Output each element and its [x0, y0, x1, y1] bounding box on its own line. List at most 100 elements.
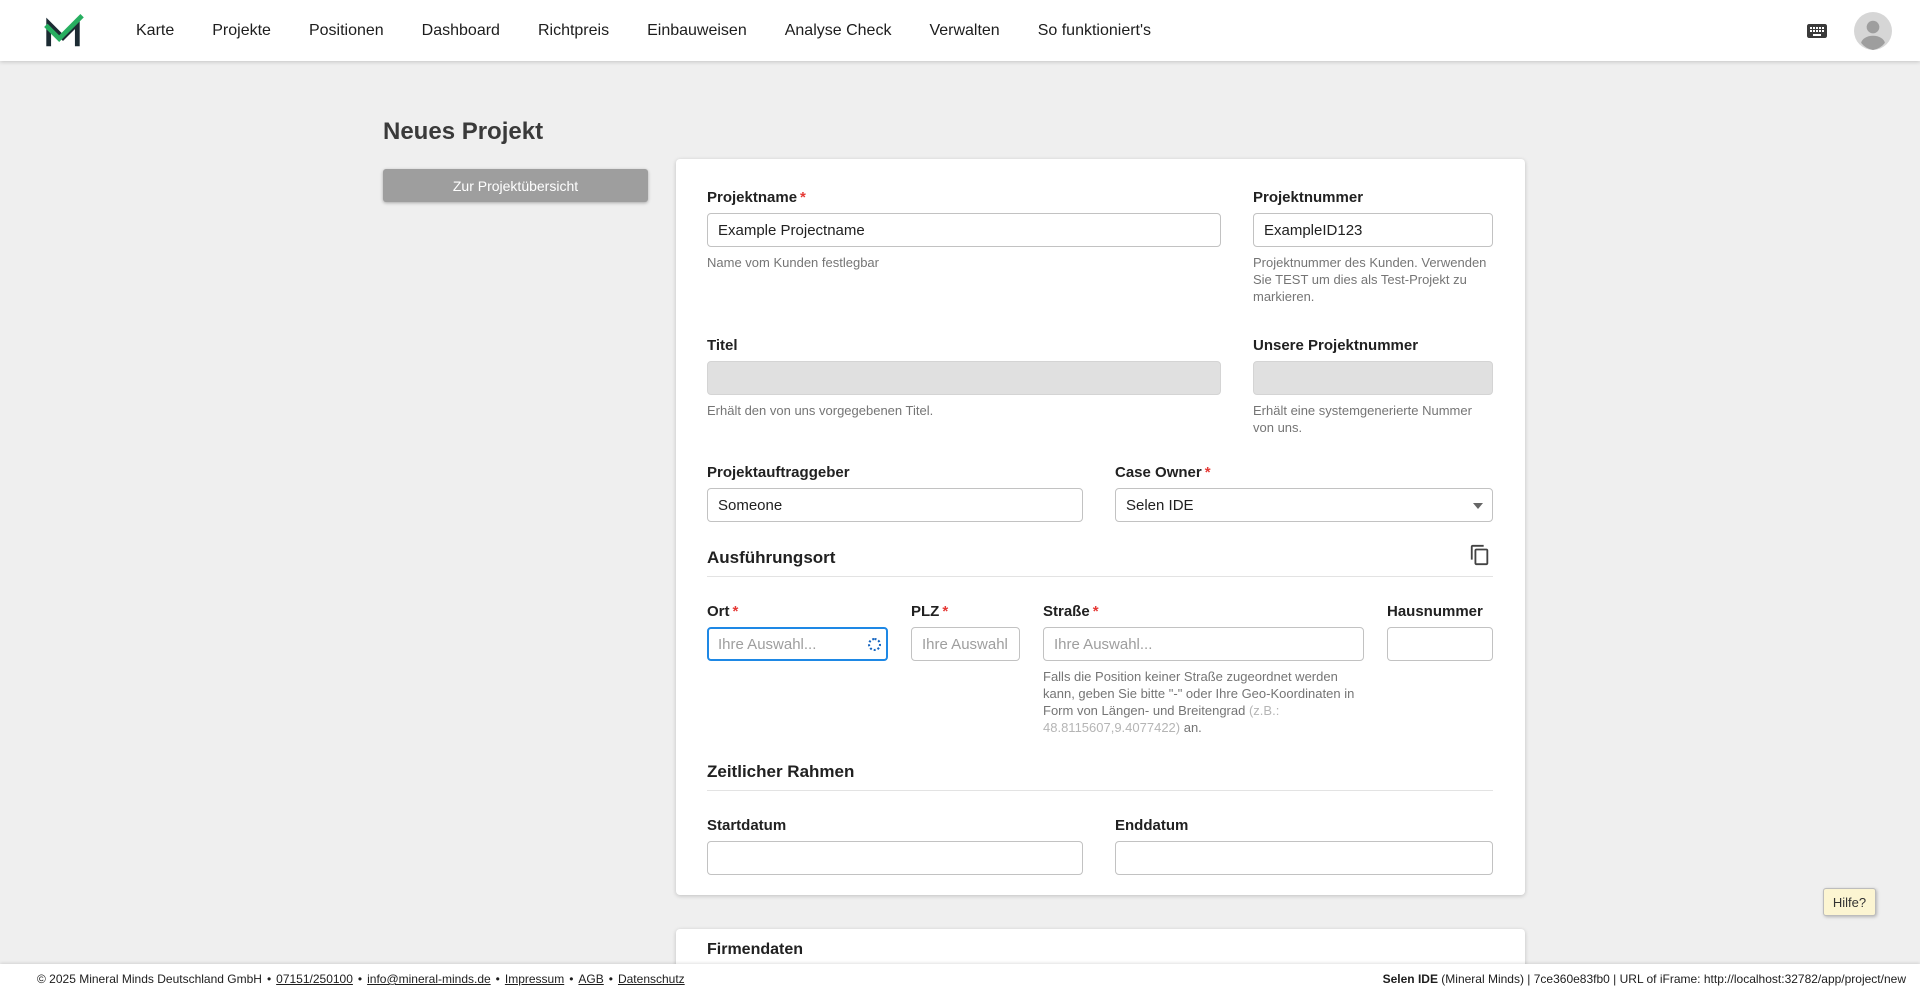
case-owner-label-text: Case Owner	[1115, 464, 1202, 481]
field-enddatum: Enddatum	[1115, 817, 1493, 875]
separator-dot: •	[357, 972, 363, 986]
project-form-card: Projektname* Name vom Kunden festlegbar …	[676, 159, 1525, 895]
titel-label: Titel	[707, 337, 738, 354]
required-marker: *	[800, 189, 806, 206]
field-unsere-projektnummer: Unsere Projektnummer Erhält eine systemg…	[1253, 337, 1493, 436]
chevron-down-icon	[1473, 503, 1483, 509]
field-projektnummer: Projektnummer Projektnummer des Kunden. …	[1253, 189, 1493, 305]
required-marker: *	[1092, 603, 1099, 620]
strasse-helper-main: Falls die Position keiner Straße zugeord…	[1043, 669, 1355, 718]
nav-item-positionen[interactable]: Positionen	[309, 22, 384, 40]
required-marker: *	[942, 603, 949, 620]
plz-label-text: PLZ	[911, 603, 940, 620]
nav-item-analyse-check[interactable]: Analyse Check	[785, 22, 892, 40]
impressum-link[interactable]: Impressum	[505, 972, 564, 986]
required-marker: *	[732, 603, 739, 620]
projektname-label-text: Projektname	[707, 189, 798, 206]
keyboard-icon[interactable]	[1802, 19, 1832, 43]
section-ausfuehrungsort: Ausführungsort	[707, 544, 1493, 577]
unsere-projektnummer-helper: Erhält eine systemgenerierte Nummer von …	[1253, 403, 1472, 435]
field-projektname: Projektname* Name vom Kunden festlegbar	[707, 189, 1221, 305]
titel-input	[707, 361, 1221, 395]
unsere-projektnummer-input	[1253, 361, 1493, 395]
unsere-projektnummer-label: Unsere Projektnummer	[1253, 337, 1419, 354]
projektname-helper: Name vom Kunden festlegbar	[707, 255, 879, 270]
strasse-input[interactable]	[1043, 627, 1364, 661]
enddatum-label: Enddatum	[1115, 817, 1189, 834]
field-hausnummer: Hausnummer	[1387, 603, 1493, 736]
session-info: Selen IDE (Mineral Minds) | 7ce360e83fb0…	[1383, 972, 1906, 986]
nav-item-dashboard[interactable]: Dashboard	[422, 22, 500, 40]
ort-label: Ort *	[707, 603, 888, 620]
plz-label: PLZ *	[911, 603, 1020, 620]
separator-dot: •	[495, 972, 500, 986]
nav-item-karte[interactable]: Karte	[136, 22, 174, 40]
copyright-text: © 2025 Mineral Minds Deutschland GmbH	[37, 972, 262, 986]
case-owner-label: Case Owner *	[1115, 464, 1493, 481]
ausfuehrungsort-heading-text: Ausführungsort	[707, 548, 836, 567]
required-marker: *	[1204, 464, 1211, 481]
strasse-helper-suffix: an.	[1180, 720, 1202, 735]
mineral-minds-logo-icon[interactable]	[42, 10, 84, 52]
zeitlicher-rahmen-heading-text: Zeitlicher Rahmen	[707, 762, 855, 781]
field-case-owner: Case Owner * Selen IDE	[1115, 464, 1493, 522]
projektnummer-helper: Projektnummer des Kunden. Verwenden Sie …	[1253, 255, 1487, 304]
enddatum-input[interactable]	[1115, 841, 1493, 875]
startdatum-label: Startdatum	[707, 817, 787, 834]
ort-label-text: Ort	[707, 603, 730, 620]
nav-item-projekte[interactable]: Projekte	[212, 22, 271, 40]
field-plz: PLZ *	[911, 603, 1020, 736]
separator-dot: •	[608, 972, 613, 986]
field-startdatum: Startdatum	[707, 817, 1083, 875]
session-details: (Mineral Minds) | 7ce360e83fb0 | URL of …	[1437, 972, 1906, 986]
field-ort: Ort *	[707, 603, 888, 736]
main-content: Neues Projekt Zur Projektübersicht Proje…	[0, 61, 1920, 977]
titel-helper: Erhält den von uns vorgegebenen Titel.	[707, 403, 934, 418]
loading-spinner-icon	[868, 638, 881, 651]
hausnummer-label: Hausnummer	[1387, 603, 1483, 620]
section-zeitlicher-rahmen: Zeitlicher Rahmen	[707, 762, 1493, 791]
page-title: Neues Projekt	[383, 118, 544, 145]
startdatum-input[interactable]	[707, 841, 1083, 875]
right-column: Projektname* Name vom Kunden festlegbar …	[676, 159, 1525, 977]
field-titel: Titel Erhält den von uns vorgegebenen Ti…	[707, 337, 1221, 436]
projektnummer-input[interactable]	[1253, 213, 1493, 247]
hausnummer-input[interactable]	[1387, 627, 1493, 661]
email-link[interactable]: info@mineral-minds.de	[367, 972, 491, 986]
field-projektauftraggeber: Projektauftraggeber	[707, 464, 1083, 522]
footer: © 2025 Mineral Minds Deutschland GmbH • …	[0, 964, 1920, 994]
case-owner-selected-value: Selen IDE	[1126, 496, 1194, 514]
main-nav: Karte Projekte Positionen Dashboard Rich…	[136, 22, 1151, 40]
projektname-input[interactable]	[707, 213, 1221, 247]
phone-link[interactable]: 07151/250100	[276, 972, 353, 986]
help-button[interactable]: Hilfe?	[1823, 888, 1876, 916]
case-owner-select[interactable]: Selen IDE	[1115, 488, 1493, 522]
separator-dot: •	[569, 972, 574, 986]
projektnummer-label: Projektnummer	[1253, 189, 1364, 206]
nav-item-richtpreis[interactable]: Richtpreis	[538, 22, 609, 40]
ort-input[interactable]	[707, 627, 888, 661]
section-firmendaten: Firmendaten	[707, 941, 1493, 966]
nav-item-einbauweisen[interactable]: Einbauweisen	[647, 22, 747, 40]
datenschutz-link[interactable]: Datenschutz	[618, 972, 685, 986]
left-column: Zur Projektübersicht	[383, 159, 648, 202]
session-user-name: Selen IDE	[1382, 972, 1438, 986]
copy-icon[interactable]	[1467, 542, 1493, 568]
nav-item-so-funktionierts[interactable]: So funktioniert's	[1038, 22, 1151, 40]
strasse-helper: Falls die Position keiner Straße zugeord…	[1043, 668, 1364, 736]
field-strasse: Straße* Falls die Position keiner Straße…	[1043, 603, 1364, 736]
strasse-label-text: Straße	[1043, 603, 1090, 620]
projektauftraggeber-input[interactable]	[707, 488, 1083, 522]
strasse-label: Straße *	[1043, 603, 1364, 620]
plz-input[interactable]	[911, 627, 1020, 661]
navbar-actions	[1802, 11, 1892, 50]
projektauftraggeber-label: Projektauftraggeber	[707, 464, 850, 481]
navbar: Karte Projekte Positionen Dashboard Rich…	[0, 0, 1920, 61]
footer-left: © 2025 Mineral Minds Deutschland GmbH • …	[37, 972, 685, 986]
separator-dot: •	[266, 972, 272, 986]
agb-link[interactable]: AGB	[578, 972, 603, 986]
projektname-label: Projektname *	[707, 189, 1221, 206]
user-avatar-icon[interactable]	[1854, 11, 1892, 50]
nav-item-verwalten[interactable]: Verwalten	[929, 22, 999, 40]
back-to-project-overview-button[interactable]: Zur Projektübersicht	[383, 169, 648, 202]
